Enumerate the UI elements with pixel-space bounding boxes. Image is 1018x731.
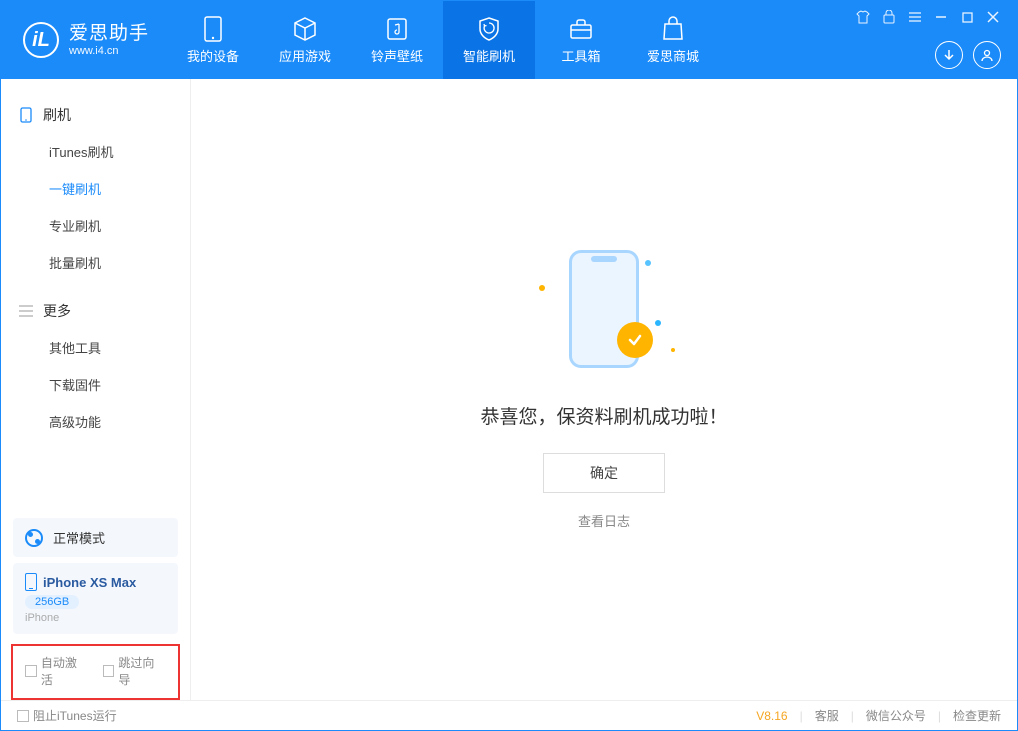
app-url: www.i4.cn [69,45,149,58]
music-icon [384,16,410,42]
update-link[interactable]: 检查更新 [953,707,1001,724]
logo-icon: iL [23,22,59,58]
nav-device[interactable]: 我的设备 [167,1,259,79]
phone-small-icon [25,573,37,591]
list-icon [19,304,33,318]
nav-store[interactable]: 爱思商城 [627,1,719,79]
window-controls [855,9,1001,25]
footer: 阻止iTunes运行 V8.16 | 客服 | 微信公众号 | 检查更新 [1,700,1017,730]
menu-icon[interactable] [907,9,923,25]
ok-button[interactable]: 确定 [543,453,665,493]
success-illustration [539,250,669,380]
cube-icon [292,16,318,42]
device-type: iPhone [25,612,166,624]
nav-apps[interactable]: 应用游戏 [259,1,351,79]
nav-flash[interactable]: 智能刷机 [443,1,535,79]
tshirt-icon[interactable] [855,9,871,25]
main-content: 恭喜您，保资料刷机成功啦！ 确定 查看日志 [191,79,1017,700]
options-highlighted: 自动激活 跳过向导 [11,644,180,700]
auto-activate-checkbox[interactable]: 自动激活 [25,654,89,688]
mode-label: 正常模式 [53,528,105,547]
main-nav: 我的设备 应用游戏 铃声壁纸 智能刷机 工具箱 爱思商城 [167,1,719,79]
check-badge-icon [617,322,653,358]
maximize-button[interactable] [959,9,975,25]
bag-icon [660,16,686,42]
sidebar-item-firmware[interactable]: 下载固件 [1,366,190,403]
logo-area: iL 爱思助手 www.i4.cn [1,1,167,79]
sidebar-group-more: 更多 [1,293,190,329]
app-header: iL 爱思助手 www.i4.cn 我的设备 应用游戏 铃声壁纸 智能刷机 工具… [1,1,1017,79]
toolbox-icon [568,16,594,42]
nav-toolbox[interactable]: 工具箱 [535,1,627,79]
sidebar-item-itunes[interactable]: iTunes刷机 [1,133,190,170]
wechat-link[interactable]: 微信公众号 [866,707,926,724]
mode-icon [25,529,43,547]
sidebar: 刷机 iTunes刷机 一键刷机 专业刷机 批量刷机 更多 其他工具 下载固件 … [1,79,191,700]
close-button[interactable] [985,9,1001,25]
device-name: iPhone XS Max [43,575,136,590]
sidebar-item-pro[interactable]: 专业刷机 [1,207,190,244]
app-title: 爱思助手 [69,23,149,45]
version-label: V8.16 [756,709,787,723]
download-button[interactable] [935,41,963,69]
nav-ringtones[interactable]: 铃声壁纸 [351,1,443,79]
sidebar-group-flash: 刷机 [1,97,190,133]
stop-itunes-checkbox[interactable]: 阻止iTunes运行 [17,707,117,724]
shield-icon [476,16,502,42]
success-message: 恭喜您，保资料刷机成功啦！ [480,402,727,429]
phone-icon [200,16,226,42]
view-log-link[interactable]: 查看日志 [578,511,630,530]
sidebar-item-other[interactable]: 其他工具 [1,329,190,366]
sidebar-item-batch[interactable]: 批量刷机 [1,244,190,281]
sidebar-item-advanced[interactable]: 高级功能 [1,403,190,440]
minimize-button[interactable] [933,9,949,25]
sidebar-item-oneclick[interactable]: 一键刷机 [1,170,190,207]
device-card[interactable]: iPhone XS Max 256GB iPhone [13,563,178,634]
support-link[interactable]: 客服 [815,707,839,724]
device-icon [19,108,33,122]
skip-guide-checkbox[interactable]: 跳过向导 [103,654,167,688]
mode-card[interactable]: 正常模式 [13,518,178,557]
storage-badge: 256GB [25,595,79,609]
lock-icon[interactable] [881,9,897,25]
user-button[interactable] [973,41,1001,69]
